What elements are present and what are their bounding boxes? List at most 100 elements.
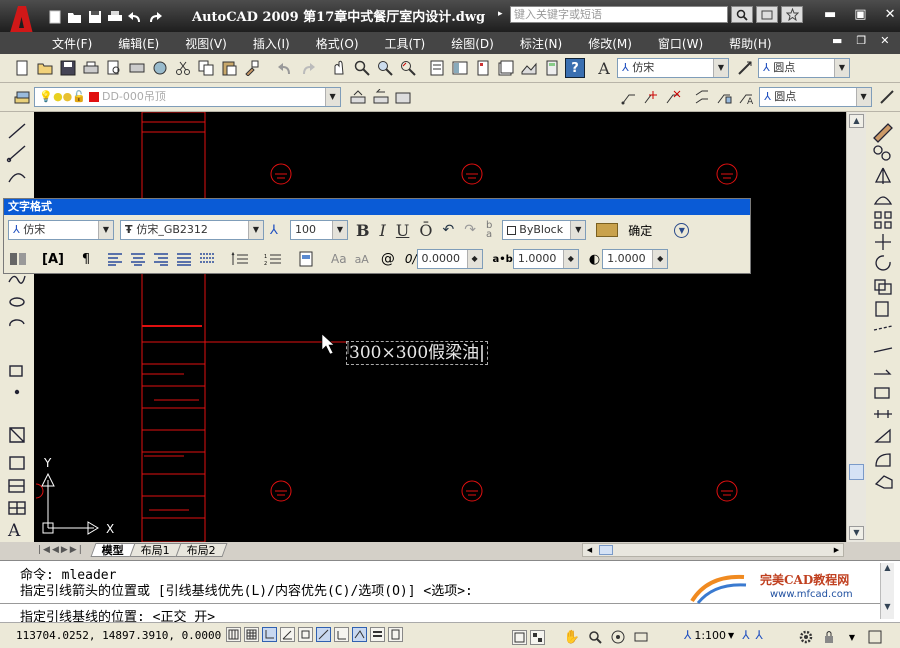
qnew-icon[interactable] xyxy=(12,58,32,78)
stack-icon[interactable]: ba xyxy=(486,221,492,240)
snap-mode-icon[interactable] xyxy=(226,627,241,642)
polar-tracking-icon[interactable] xyxy=(280,627,295,642)
properties-icon[interactable] xyxy=(427,58,447,78)
chevron-down-icon[interactable]: ▼ xyxy=(728,631,734,640)
scroll-thumb[interactable] xyxy=(849,464,864,480)
collect-leaders-icon[interactable] xyxy=(714,87,733,107)
paragraph-icon[interactable]: ¶ xyxy=(76,249,96,269)
match-properties-icon[interactable] xyxy=(242,58,262,78)
scroll-up-icon[interactable]: ▲ xyxy=(881,563,894,572)
undo-icon[interactable] xyxy=(126,8,144,26)
dynamic-ucs-icon[interactable] xyxy=(334,627,349,642)
save-file-icon[interactable] xyxy=(58,58,78,78)
design-center-icon[interactable] xyxy=(450,58,470,78)
object-snap-tracking-icon[interactable] xyxy=(316,627,331,642)
menu-draw[interactable]: 绘图(D) xyxy=(451,35,494,52)
hscroll-thumb[interactable] xyxy=(599,545,613,555)
plot-preview-icon[interactable] xyxy=(104,58,124,78)
mtext-justification-icon[interactable]: [A] xyxy=(42,249,64,269)
layer-states-icon[interactable] xyxy=(393,87,412,107)
help-icon[interactable]: ? xyxy=(565,58,585,78)
open-file-icon[interactable] xyxy=(35,58,55,78)
mtext-style-select[interactable]: ⅄ 仿宋 ▼ xyxy=(8,220,114,240)
distribute-icon[interactable] xyxy=(197,249,217,269)
clean-screen-icon[interactable] xyxy=(865,627,885,647)
command-scrollbar[interactable]: ▲ ▼ xyxy=(880,563,894,619)
menu-insert[interactable]: 插入(I) xyxy=(253,35,290,52)
communication-center-icon[interactable] xyxy=(756,6,778,23)
lineweight-icon[interactable] xyxy=(370,627,385,642)
ruler-icon[interactable] xyxy=(596,223,619,237)
symbol-button[interactable]: @ xyxy=(381,251,395,267)
menu-dimension[interactable]: 标注(N) xyxy=(520,35,562,52)
doc-close-icon[interactable]: ✕ xyxy=(880,34,889,47)
tool-palettes-icon[interactable] xyxy=(473,58,493,78)
coordinates-readout[interactable]: 113704.0252, 14897.3910, 0.0000 xyxy=(16,629,221,642)
text-formatting-title[interactable]: 文字格式 xyxy=(4,199,750,215)
status-pan-icon[interactable]: ✋ xyxy=(562,627,582,647)
bold-button[interactable]: B xyxy=(356,221,370,240)
menu-modify[interactable]: 修改(M) xyxy=(588,35,632,52)
expand-arrow-icon[interactable]: ▸ xyxy=(498,9,503,19)
align-right-icon[interactable] xyxy=(151,249,171,269)
redo-icon[interactable] xyxy=(146,8,164,26)
mtext-editor[interactable]: 300×300假梁油| xyxy=(346,341,488,365)
scroll-right-icon[interactable]: ▶ xyxy=(830,544,843,556)
dim-style-icon[interactable] xyxy=(735,58,755,78)
grid-icon[interactable] xyxy=(244,627,259,642)
vertical-scrollbar[interactable]: ▲ ▼ xyxy=(846,112,866,542)
new-icon[interactable] xyxy=(46,8,64,26)
3d-dwf-icon[interactable] xyxy=(150,58,170,78)
layer-manager-icon[interactable] xyxy=(12,87,31,107)
ortho-mode-icon[interactable] xyxy=(262,627,277,642)
quick-view-layouts-icon[interactable] xyxy=(530,629,545,645)
scroll-down-icon[interactable]: ▼ xyxy=(881,602,894,611)
underline-button[interactable]: U xyxy=(396,221,409,240)
align-left-icon[interactable] xyxy=(105,249,125,269)
modify-tool-icons[interactable] xyxy=(866,112,900,542)
options-icon[interactable]: ▼ xyxy=(674,222,690,238)
quickcalc-icon[interactable] xyxy=(542,58,562,78)
text-style-select[interactable]: ⅄ 仿宋 ▼ xyxy=(617,58,729,78)
toolbar-undo-icon[interactable] xyxy=(275,58,295,78)
toolbar-redo-icon[interactable] xyxy=(298,58,318,78)
menu-tools[interactable]: 工具(T) xyxy=(385,35,426,52)
mtext-undo-icon[interactable]: ↶ xyxy=(442,222,454,238)
status-menu-icon[interactable]: ▼ xyxy=(842,627,862,647)
object-snap-icon[interactable] xyxy=(298,627,313,642)
search-icon[interactable] xyxy=(731,6,753,23)
auto-scale-icon[interactable]: ⅄ xyxy=(756,628,763,642)
zoom-window-icon[interactable] xyxy=(375,58,395,78)
menu-window[interactable]: 窗口(W) xyxy=(658,35,703,52)
scroll-up-icon[interactable]: ▲ xyxy=(849,114,864,128)
annotative-icon[interactable]: ⅄ xyxy=(270,223,286,238)
mleader-style-manager-icon[interactable] xyxy=(878,87,897,107)
line-spacing-icon[interactable] xyxy=(230,249,250,269)
uppercase-button[interactable]: Aa xyxy=(331,252,347,266)
lock-icon[interactable] xyxy=(819,627,839,647)
overline-button[interactable]: Ō xyxy=(419,221,432,240)
layer-select[interactable]: 💡●●🔓 DD-000吊顶 ▼ xyxy=(34,87,341,107)
font-select[interactable]: Ŧ 仿宋_GB2312 ▼ xyxy=(120,220,264,240)
add-leader-icon[interactable] xyxy=(641,87,660,107)
menu-format[interactable]: 格式(O) xyxy=(316,35,359,52)
workspace-gear-icon[interactable] xyxy=(796,627,816,647)
width-factor-input[interactable]: 1.0000 ◆ xyxy=(602,249,669,269)
dynamic-input-icon[interactable] xyxy=(352,627,367,642)
draw-tool-icons[interactable]: A xyxy=(0,112,34,542)
align-center-icon[interactable] xyxy=(128,249,148,269)
print-icon[interactable] xyxy=(106,8,124,26)
oblique-angle-input[interactable]: 0.0000 ◆ xyxy=(416,249,483,269)
scroll-down-icon[interactable]: ▼ xyxy=(849,526,864,540)
steering-wheel-icon[interactable] xyxy=(608,627,628,647)
menu-help[interactable]: 帮助(H) xyxy=(729,35,771,52)
search-input[interactable]: 键入关键字或短语 xyxy=(510,6,728,23)
command-window[interactable]: 命令: mleader 指定引线箭头的位置或 [引线基线优先(L)/内容优先(C… xyxy=(0,560,900,625)
doc-restore-icon[interactable]: ❐ xyxy=(856,34,866,47)
make-current-layer-icon[interactable] xyxy=(349,87,368,107)
maximize-icon[interactable]: ▣ xyxy=(854,7,866,22)
tab-model[interactable]: 模型 xyxy=(90,543,136,557)
tab-layout1[interactable]: 布局1 xyxy=(129,543,182,557)
drawing-canvas[interactable]: 300×300假梁油| Y X xyxy=(34,112,846,542)
ok-button[interactable]: 确定 xyxy=(628,222,652,239)
